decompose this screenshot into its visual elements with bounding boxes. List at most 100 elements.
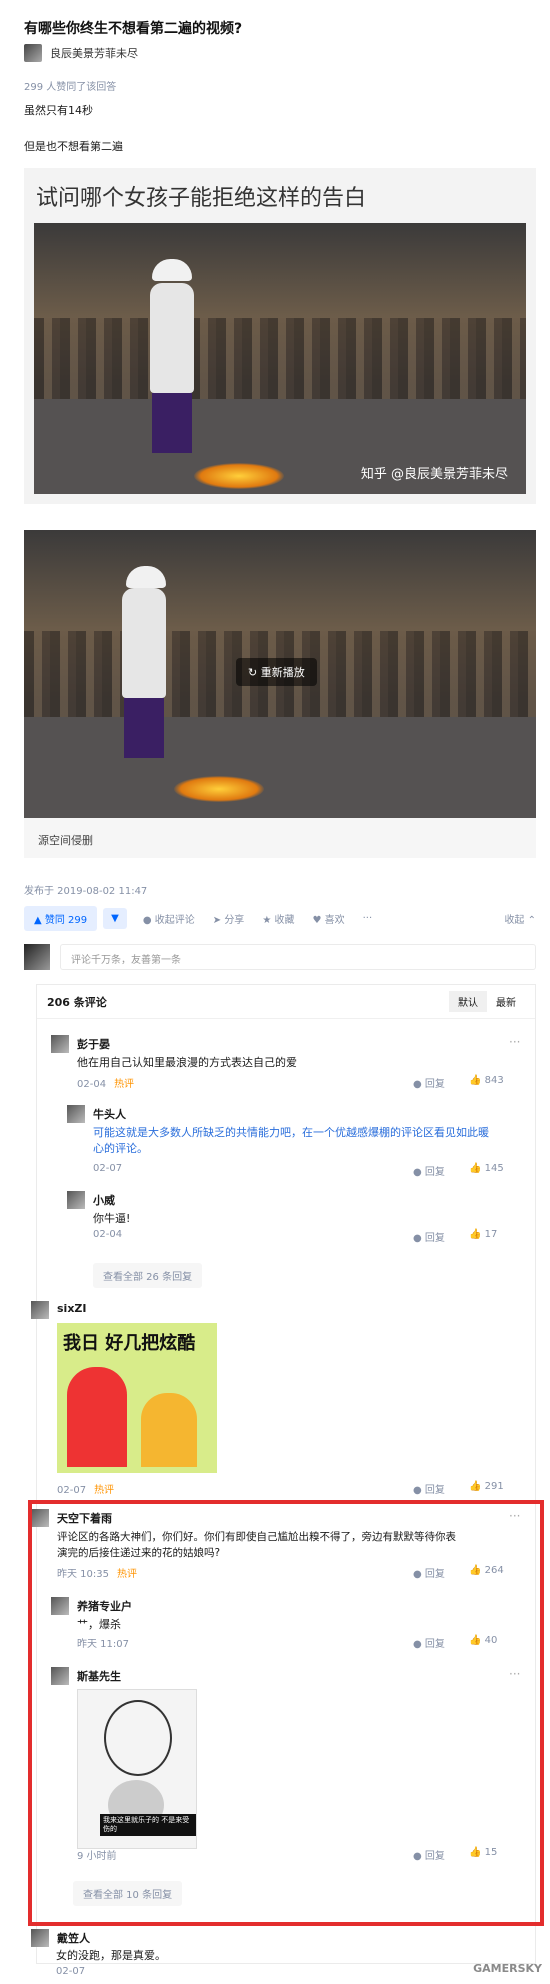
reply-label: 回复	[424, 1079, 445, 1090]
reply-label: 回复	[424, 1851, 445, 1862]
comment-like-button[interactable]: 👍 264	[469, 1565, 504, 1576]
collapse-label: 收起	[504, 914, 525, 926]
comment-composer: 评论千万条，友善第一条	[24, 940, 536, 974]
floor	[24, 717, 536, 818]
reply-button[interactable]: ● 回复	[413, 1565, 445, 1580]
comment-avatar[interactable]	[31, 1929, 49, 1947]
share-button[interactable]: ➤ 分享	[213, 911, 245, 926]
girl-figure	[150, 283, 194, 393]
comment-more-icon[interactable]: ···	[509, 1035, 520, 1049]
answer-video[interactable]: ↻ 重新播放 源空间侵删	[24, 530, 536, 858]
comments-panel: 206 条评论 默认 最新 彭于晏 ··· 他在用自己认知里最浪漫的方式表达自己…	[31, 984, 536, 1964]
replay-icon: ↻	[248, 666, 261, 679]
reply-button[interactable]: ● 回复	[413, 1075, 445, 1090]
like-count: 264	[484, 1565, 504, 1576]
image-caption: 试问哪个女孩子能拒绝这样的告白	[36, 186, 367, 211]
reply-icon: ●	[413, 1233, 425, 1244]
upvote-button[interactable]: ▲ 赞同 299	[24, 905, 98, 931]
like-count: 15	[484, 1847, 498, 1858]
reply-label: 回复	[424, 1569, 445, 1580]
like-count: 145	[484, 1163, 504, 1174]
chevron-up-icon: ⌃	[524, 914, 536, 926]
sort-latest-tab[interactable]: 最新	[487, 991, 525, 1012]
reply-icon: ●	[413, 1569, 425, 1580]
reply-item: 牛头人 可能这就是大多数人所缺乏的共情能力吧，在一个优越感爆棚的评论区看见如此暖…	[67, 1105, 521, 1178]
reply-avatar[interactable]	[67, 1191, 85, 1209]
comment-text: 评论区的各路大神们，你们好。你们有即使自己尴尬出糗不得了，旁边有默默等待你表	[57, 1531, 456, 1543]
reply-date: 昨天 11:07	[77, 1639, 129, 1650]
reply-author[interactable]: 斯基先生	[77, 1668, 121, 1684]
collapse-button[interactable]: 收起 ⌃	[504, 911, 536, 926]
upvote-label: 赞同 299	[44, 914, 88, 926]
thumb-up-icon: 👍	[469, 1847, 485, 1858]
like-button[interactable]: ♥ 喜欢	[312, 911, 344, 926]
comment-avatar[interactable]	[31, 1301, 49, 1319]
reply-author[interactable]: 牛头人	[93, 1106, 126, 1122]
favorite-button[interactable]: ★ 收藏	[262, 911, 294, 926]
my-avatar[interactable]	[24, 944, 50, 970]
comment-like-button[interactable]: 👍 843	[469, 1075, 504, 1086]
meme-caption: 我来这里就乐子的 不是来受伤的	[100, 1814, 196, 1836]
replay-label: 重新播放	[260, 666, 305, 679]
comment-like-button[interactable]: 👍 291	[469, 1481, 504, 1492]
meme-face-top	[104, 1700, 172, 1776]
comments-toggle[interactable]: ● 收起评论	[143, 911, 195, 926]
reply-button[interactable]: ● 回复	[413, 1847, 445, 1862]
reply-avatar[interactable]	[51, 1597, 69, 1615]
downvote-button[interactable]: ▼	[103, 907, 127, 929]
reply-button[interactable]: ● 回复	[413, 1481, 445, 1496]
comment-like-button[interactable]: 👍 40	[469, 1635, 497, 1646]
comment-meta: 02-07 热评	[57, 1481, 114, 1496]
reply-author[interactable]: 养猪专业户	[77, 1598, 132, 1614]
view-all-replies-button[interactable]: 查看全部 26 条回复	[93, 1263, 203, 1288]
image-frame: 知乎 @良辰美景芳菲未尽	[34, 223, 526, 494]
view-all-replies-button[interactable]: 查看全部 10 条回复	[73, 1881, 183, 1906]
meme-image[interactable]: 我日 好几把炫酷	[57, 1323, 217, 1473]
reply-author[interactable]: 小威	[93, 1192, 115, 1208]
reply-label: 回复	[424, 1233, 445, 1244]
comment-author[interactable]: 天空下着雨	[57, 1510, 112, 1526]
comment-more-icon[interactable]: ···	[509, 1509, 520, 1523]
reply-date: 9 小时前	[77, 1851, 117, 1862]
comment-author[interactable]: 戴笠人	[57, 1930, 90, 1946]
comment-input[interactable]: 评论千万条，友善第一条	[60, 944, 536, 970]
comment-date: 02-07	[56, 1966, 86, 1977]
publish-date: 发布于 2019-08-02 11:47	[24, 886, 148, 897]
answer-paragraph-2: 但是也不想看第二遍	[24, 140, 123, 153]
comment-like-button[interactable]: 👍 17	[469, 1229, 497, 1240]
sort-default-tab[interactable]: 默认	[449, 991, 487, 1012]
reply-button[interactable]: ● 回复	[413, 1635, 445, 1650]
answer-image[interactable]: 试问哪个女孩子能拒绝这样的告白 知乎 @良辰美景芳菲未尽	[24, 168, 536, 504]
reply-avatar[interactable]	[51, 1667, 69, 1685]
question-title[interactable]: 有哪些你终生不想看第二遍的视频?	[24, 18, 242, 38]
comment-text: 他在用自己认知里最浪漫的方式表达自己的爱	[77, 1056, 297, 1069]
comment-text-cont: 演完的后接住递过来的花的姑娘吗?	[57, 1547, 221, 1559]
comment-author[interactable]: sixZI	[57, 1302, 86, 1315]
thumb-up-icon: 👍	[469, 1565, 485, 1576]
action-bar: ▲ 赞同 299 ▼ ● 收起评论 ➤ 分享 ★ 收藏 ♥ 喜欢 ··· 收起 …	[24, 905, 536, 931]
comment-meta: 02-04 热评	[77, 1075, 134, 1090]
girl-figure	[122, 588, 166, 698]
reply-button[interactable]: ● 回复	[413, 1229, 445, 1244]
author-row[interactable]: 良辰美景芳菲未尽	[24, 44, 138, 62]
comment-author[interactable]: 彭于晏	[77, 1036, 110, 1052]
reply-avatar[interactable]	[67, 1105, 85, 1123]
meme-image[interactable]: 我来这里就乐子的 不是来受伤的	[77, 1689, 197, 1849]
video-source: 源空间侵删	[38, 834, 93, 847]
comment-avatar[interactable]	[51, 1035, 69, 1053]
comment-like-button[interactable]: 👍 145	[469, 1163, 504, 1174]
video-frame[interactable]: ↻ 重新播放	[24, 530, 536, 818]
like-count: 40	[484, 1635, 498, 1646]
author-avatar[interactable]	[24, 44, 42, 62]
replay-button[interactable]: ↻ 重新播放	[236, 658, 317, 686]
thumb-up-icon: 👍	[469, 1635, 485, 1646]
reply-label: 回复	[424, 1639, 445, 1650]
girl-hat	[126, 566, 166, 588]
comment-date: 昨天 10:35	[57, 1569, 109, 1580]
comment-more-icon[interactable]: ···	[509, 1667, 520, 1681]
comment-like-button[interactable]: 👍 15	[469, 1847, 497, 1858]
reply-button[interactable]: ● 回复	[413, 1163, 445, 1178]
author-name[interactable]: 良辰美景芳菲未尽	[50, 45, 138, 61]
comment-avatar[interactable]	[31, 1509, 49, 1527]
more-button[interactable]: ···	[363, 913, 373, 924]
